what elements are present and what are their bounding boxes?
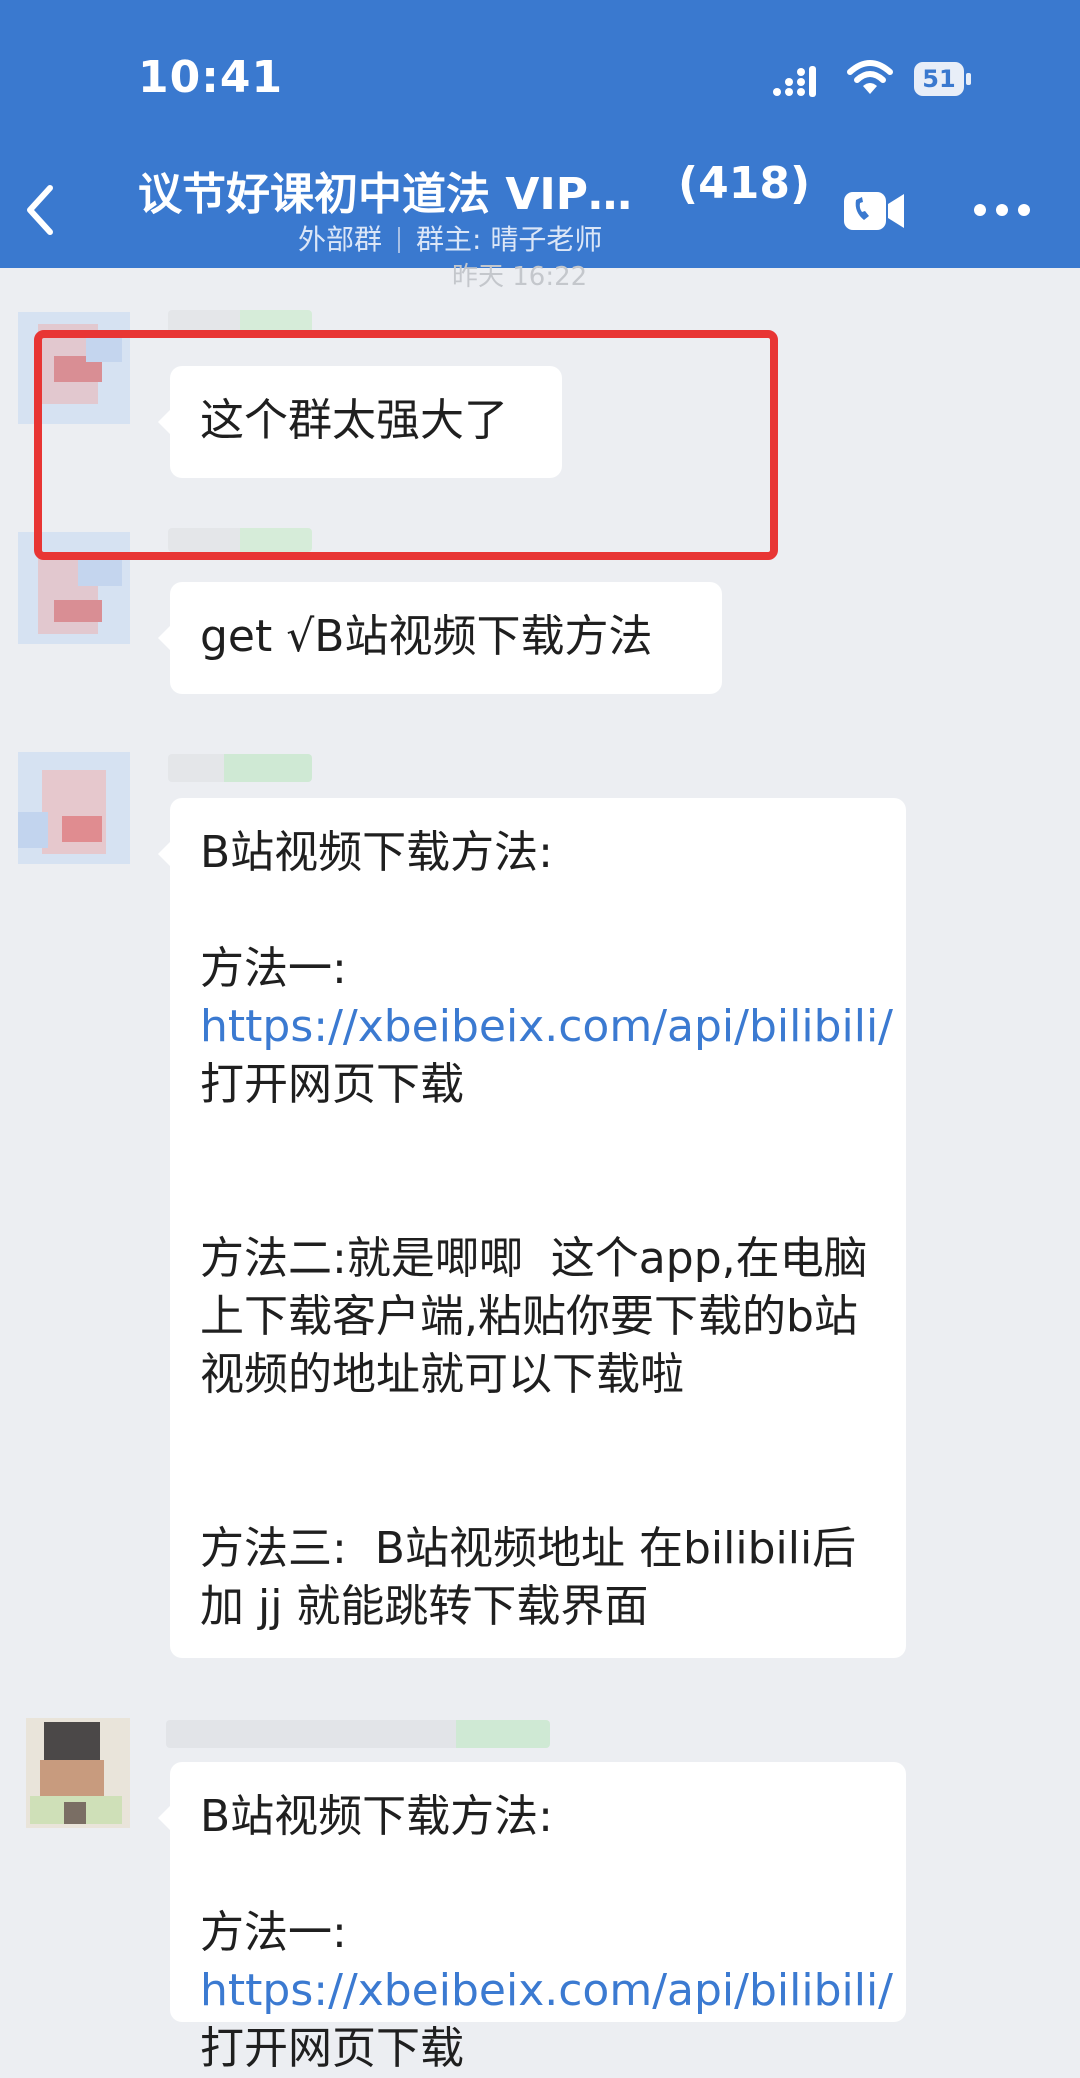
message-bubble[interactable]: B站视频下载方法: 方法一: https://xbeibeix.com/api/…	[158, 1762, 906, 2074]
message-paragraph: 方法一: https://xbeibeix.com/api/bilibili/ …	[200, 1904, 893, 2078]
battery-icon: 51	[914, 62, 972, 98]
message-paragraph: 方法一: https://xbeibeix.com/api/bilibili/ …	[200, 940, 893, 1114]
subtitle-divider	[398, 227, 401, 253]
group-owner-label: 群主: 晴子老师	[416, 223, 603, 256]
sender-name-blurred	[168, 754, 312, 782]
back-arrow-icon[interactable]	[20, 182, 60, 238]
message-paragraph: B站视频下载方法:	[200, 1791, 554, 1842]
method-label: 方法一:	[200, 1907, 347, 1958]
download-link[interactable]: https://xbeibeix.com/api/bilibili/	[200, 1001, 893, 1052]
message-paragraph: 方法三: B站视频地址 在bilibili后加 jj 就能跳转下载界面	[200, 1523, 857, 1632]
message-paragraph: 方法二:就是唧唧 这个app,在电脑上下载客户端,粘贴你要下载的b站视频的地址就…	[200, 1233, 868, 1400]
message-bubble[interactable]: get √B站视频下载方法	[158, 582, 722, 694]
group-type-label: 外部群	[298, 223, 383, 256]
chat-title[interactable]: 议节好课初中道法 VIP…	[138, 158, 632, 222]
message-timestamp: 昨天 16:22	[452, 262, 588, 292]
highlight-annotation	[34, 330, 778, 560]
member-count: (418)	[678, 158, 811, 209]
method-label: 方法一:	[200, 943, 347, 994]
video-call-icon[interactable]	[842, 188, 908, 234]
chat-header: 10:41 51 议节好课初中道法 VIP… (418) 外部群 群主: 晴子老师	[0, 0, 1080, 268]
sender-avatar[interactable]	[18, 752, 130, 864]
link-suffix: 打开网页下载	[200, 1059, 464, 1110]
more-dots-icon[interactable]	[972, 200, 1032, 220]
battery-level: 51	[922, 65, 956, 93]
status-time: 10:41	[138, 52, 284, 103]
message-bubble[interactable]: B站视频下载方法: 方法一: https://xbeibeix.com/api/…	[158, 798, 906, 1658]
wifi-icon	[847, 60, 893, 94]
sender-name-blurred	[166, 1720, 550, 1748]
chat-subtitle: 外部群 群主: 晴子老师	[298, 218, 602, 258]
message-text: get √B站视频下载方法	[200, 611, 653, 662]
signal-icon	[773, 66, 816, 97]
link-suffix: 打开网页下载	[200, 2023, 464, 2074]
sender-avatar[interactable]	[26, 1718, 130, 1828]
message-paragraph: B站视频下载方法:	[200, 827, 554, 878]
download-link[interactable]: https://xbeibeix.com/api/bilibili/	[200, 1965, 893, 2016]
